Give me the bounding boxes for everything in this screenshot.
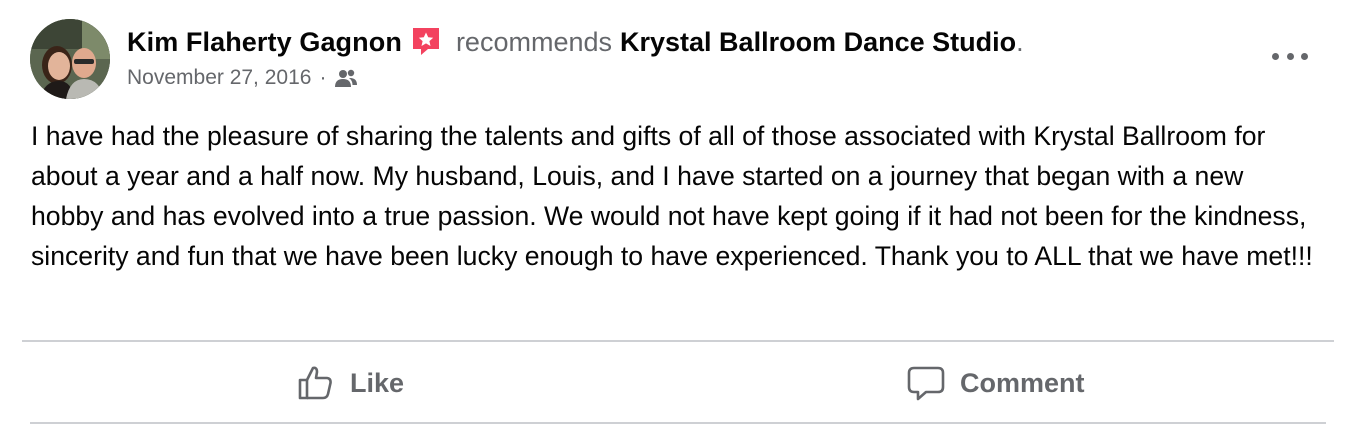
avatar[interactable] [30, 19, 110, 99]
post-body: I have had the pleasure of sharing the t… [31, 121, 1313, 271]
post-header-line: Kim Flaherty Gagnon recommends Krystal B… [127, 24, 1024, 60]
comment-button[interactable]: Comment [906, 362, 1085, 404]
speech-bubble-icon [906, 363, 946, 403]
like-button[interactable]: Like [296, 362, 404, 404]
avatar-photo [30, 19, 110, 99]
post-date[interactable]: November 27, 2016 [127, 66, 311, 90]
trailing-period: . [1016, 26, 1024, 57]
recommendation-post: Kim Flaherty Gagnon recommends Krystal B… [0, 0, 1356, 424]
meta-separator: · [319, 66, 327, 89]
more-options-icon[interactable] [1272, 44, 1308, 68]
thumbs-up-icon [296, 363, 336, 403]
comment-label: Comment [960, 367, 1085, 398]
recommendation-star-icon [410, 25, 442, 57]
post-meta: November 27, 2016 · [127, 63, 358, 93]
recommends-label: recommends [455, 26, 612, 57]
author-name[interactable]: Kim Flaherty Gagnon [127, 27, 402, 58]
page-name-link[interactable]: Krystal Ballroom Dance Studio [620, 27, 1016, 58]
divider [22, 340, 1334, 342]
like-label: Like [350, 367, 405, 398]
friends-icon[interactable] [334, 68, 358, 88]
